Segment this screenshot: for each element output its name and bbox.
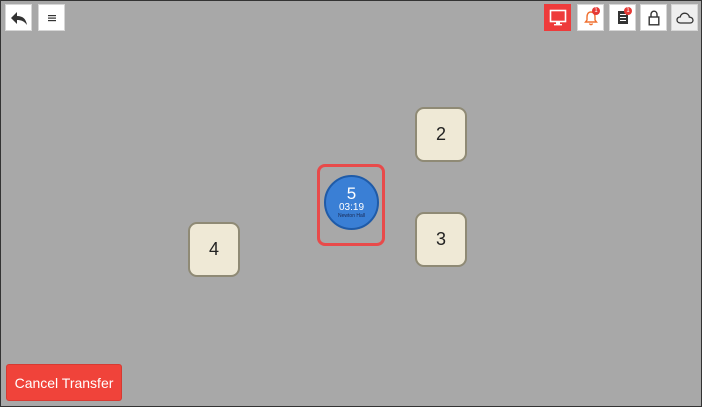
table-number: 5 — [346, 184, 357, 203]
table-number: 2 — [435, 124, 446, 144]
back-button[interactable] — [5, 4, 32, 31]
back-arrow-icon — [10, 11, 27, 25]
table-guest-name: Newton Hall — [338, 213, 365, 219]
table-3[interactable]: 3 — [415, 212, 467, 267]
cloud-sync-button[interactable] — [671, 4, 698, 31]
table-2[interactable]: 2 — [415, 107, 467, 162]
orders-button[interactable]: 1 — [609, 4, 636, 31]
lock-button[interactable] — [640, 4, 667, 31]
table-number: 4 — [208, 239, 219, 259]
menu-icon — [47, 14, 56, 21]
orders-count-badge: 1 — [624, 7, 632, 15]
cancel-transfer-button[interactable]: Cancel Transfer — [6, 364, 122, 401]
display-button[interactable] — [544, 4, 571, 31]
table-timer: 03:19 — [338, 202, 365, 213]
table-number: 3 — [435, 229, 446, 249]
lock-icon — [648, 9, 660, 26]
notifications-button[interactable]: 1 — [577, 4, 604, 31]
floor-plan-canvas: 1 1 2 3 4 5 03:19 Newton Hall Cancel Tra… — [0, 0, 702, 407]
monitor-icon — [549, 9, 566, 26]
menu-button[interactable] — [38, 4, 65, 31]
notification-count-badge: 1 — [592, 7, 600, 15]
table-4[interactable]: 4 — [188, 222, 240, 277]
table-5-selected[interactable]: 5 03:19 Newton Hall — [324, 175, 379, 230]
cloud-icon — [675, 12, 694, 24]
